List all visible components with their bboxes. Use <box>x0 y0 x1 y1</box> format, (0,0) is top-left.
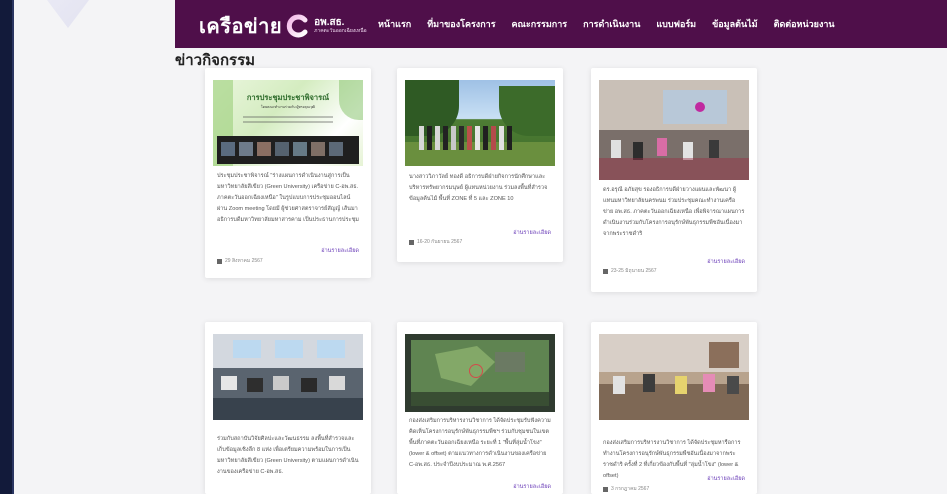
door <box>709 342 739 368</box>
person <box>675 376 687 394</box>
person <box>467 126 472 150</box>
news-thumbnail-3[interactable] <box>599 80 749 180</box>
news-card-4[interactable]: ร่วมกับสถาบันวิจัยศิลปะและวัฒนธรรม ลงพื้… <box>205 322 371 494</box>
brand-subtitle: ภาคตะวันออกเฉียงเหนือ <box>314 28 367 34</box>
read-more-link-6[interactable]: อ่านรายละเอียด <box>707 475 745 483</box>
calendar-icon <box>603 486 608 492</box>
news-date-6: 3 กรกฎาคม 2567 <box>603 485 649 493</box>
person <box>435 126 440 150</box>
nav-home[interactable]: หน้าแรก <box>378 17 411 31</box>
person <box>483 126 488 150</box>
person <box>507 126 512 150</box>
news-excerpt-1: ประชุมประชาพิจารณ์ "ร่างแผนการดำเนินงานส… <box>217 173 359 223</box>
news-date-text: 3 กรกฎาคม 2567 <box>611 486 650 492</box>
brand-logo-icon <box>286 14 308 38</box>
news-thumbnail-5[interactable] <box>405 334 555 412</box>
decorative-watermark <box>38 0 98 28</box>
read-more-link-3[interactable]: อ่านรายละเอียด <box>707 258 745 266</box>
person <box>499 126 504 150</box>
person <box>703 374 715 392</box>
news-excerpt-5: กองส่งเสริมการบริหารงานวิชาการ ได้จัดประ… <box>409 418 551 468</box>
thumbnail-line <box>243 121 333 123</box>
top-navigation-bar: เครือข่าย อพ.สธ. ภาคตะวันออกเฉียงเหนือ ห… <box>175 0 947 48</box>
news-card-2[interactable]: นางสาววิภาวัลย์ ทองดี อธิการบดีฝ่ายกิจกา… <box>397 68 563 262</box>
news-thumbnail-1[interactable]: การประชุมประชาพิจารณ์ โดยคณะทำงานร่วมกับ… <box>213 80 363 166</box>
news-date-text: 29 สิงหาคม 2567 <box>225 258 263 264</box>
person <box>459 126 464 150</box>
read-more-link-1[interactable]: อ่านรายละเอียด <box>321 247 359 255</box>
nav-operations[interactable]: การดำเนินงาน <box>583 17 640 31</box>
news-excerpt-6: กองส่งเสริมการบริหารงานวิชาการ ได้จัดประ… <box>603 440 741 479</box>
chairs <box>599 158 749 180</box>
person <box>613 376 625 394</box>
news-card-3[interactable]: ดร.อรุณี อภัยสุข รองอธิการบดีฝ่ายวางแผนแ… <box>591 68 757 292</box>
person <box>427 126 432 150</box>
news-date-text: 16-20 กันยายน 2567 <box>417 239 463 245</box>
video-strip <box>217 136 359 164</box>
wall-screen <box>233 340 261 358</box>
person <box>491 126 496 150</box>
person <box>301 378 317 392</box>
thumbnail-caption: โดยคณะทำงานร่วมกับ ผู้ทรงคุณวุฒิ <box>260 105 316 109</box>
news-card-6[interactable]: กองส่งเสริมการบริหารงานวิชาการ ได้จัดประ… <box>591 322 757 494</box>
thumbnail-line <box>243 116 333 118</box>
wall-screen <box>317 340 345 358</box>
news-date-text: 23-25 มิถุนายน 2567 <box>611 268 657 274</box>
news-date-2: 16-20 กันยายน 2567 <box>409 238 462 246</box>
calendar-icon <box>409 239 414 245</box>
nav-project-background[interactable]: ที่มาของโครงการ <box>427 17 495 31</box>
person <box>657 138 667 156</box>
person <box>709 140 719 158</box>
news-excerpt-3: ดร.อรุณี อภัยสุข รองอธิการบดีฝ่ายวางแผนแ… <box>603 187 745 237</box>
brand-abbreviation: อพ.สธ. <box>314 17 345 28</box>
main-page: เครือข่าย อพ.สธ. ภาคตะวันออกเฉียงเหนือ ห… <box>175 0 947 494</box>
main-menu: หน้าแรก ที่มาของโครงการ คณะกรรมการ การดำ… <box>378 0 835 48</box>
nav-committee[interactable]: คณะกรรมการ <box>512 17 568 31</box>
computer-row <box>213 398 363 420</box>
person <box>221 376 237 390</box>
thumbnail-heading: การประชุมประชาพิจารณ์ <box>246 93 330 102</box>
read-more-link-5[interactable]: อ่านรายละเอียด <box>513 483 551 491</box>
map-shadow <box>411 392 549 406</box>
news-date-1: 29 สิงหาคม 2567 <box>217 257 263 265</box>
nav-contact[interactable]: ติดต่อหน่วยงาน <box>774 17 835 31</box>
news-excerpt-2: นางสาววิภาวัลย์ ทองดี อธิการบดีฝ่ายกิจกา… <box>409 174 548 202</box>
presentation-graphic <box>695 102 705 112</box>
brand-name: เครือข่าย <box>199 16 283 38</box>
news-thumbnail-2[interactable] <box>405 80 555 166</box>
news-excerpt-4: ร่วมกับสถาบันวิจัยศิลปะและวัฒนธรรม ลงพื้… <box>217 436 359 475</box>
person <box>727 376 739 394</box>
calendar-icon <box>217 258 222 264</box>
wall-screen <box>275 340 303 358</box>
calendar-icon <box>603 268 608 274</box>
nav-forms[interactable]: แบบฟอร์ม <box>656 17 696 31</box>
brand[interactable]: เครือข่าย อพ.สธ. ภาคตะวันออกเฉียงเหนือ <box>199 10 367 42</box>
person <box>611 140 621 158</box>
news-date-3: 23-25 มิถุนายน 2567 <box>603 267 657 275</box>
map-marker <box>469 364 483 378</box>
person <box>451 126 456 150</box>
aerial-building <box>495 352 525 372</box>
left-sidebar-rail <box>0 0 14 494</box>
news-thumbnail-4[interactable] <box>213 334 363 420</box>
read-more-link-2[interactable]: อ่านรายละเอียด <box>513 229 551 237</box>
brand-subtitle-group: อพ.สธ. ภาคตะวันออกเฉียงเหนือ <box>314 18 367 34</box>
news-card-5[interactable]: กองส่งเสริมการบริหารงานวิชาการ ได้จัดประ… <box>397 322 563 494</box>
person <box>643 374 655 392</box>
person <box>419 126 424 150</box>
news-card-1[interactable]: การประชุมประชาพิจารณ์ โดยคณะทำงานร่วมกับ… <box>205 68 371 278</box>
person <box>273 376 289 390</box>
person <box>475 126 480 150</box>
person <box>443 126 448 150</box>
person <box>329 376 345 390</box>
nav-tree-data[interactable]: ข้อมูลต้นไม้ <box>712 17 757 31</box>
person <box>247 378 263 392</box>
news-thumbnail-6[interactable] <box>599 334 749 420</box>
